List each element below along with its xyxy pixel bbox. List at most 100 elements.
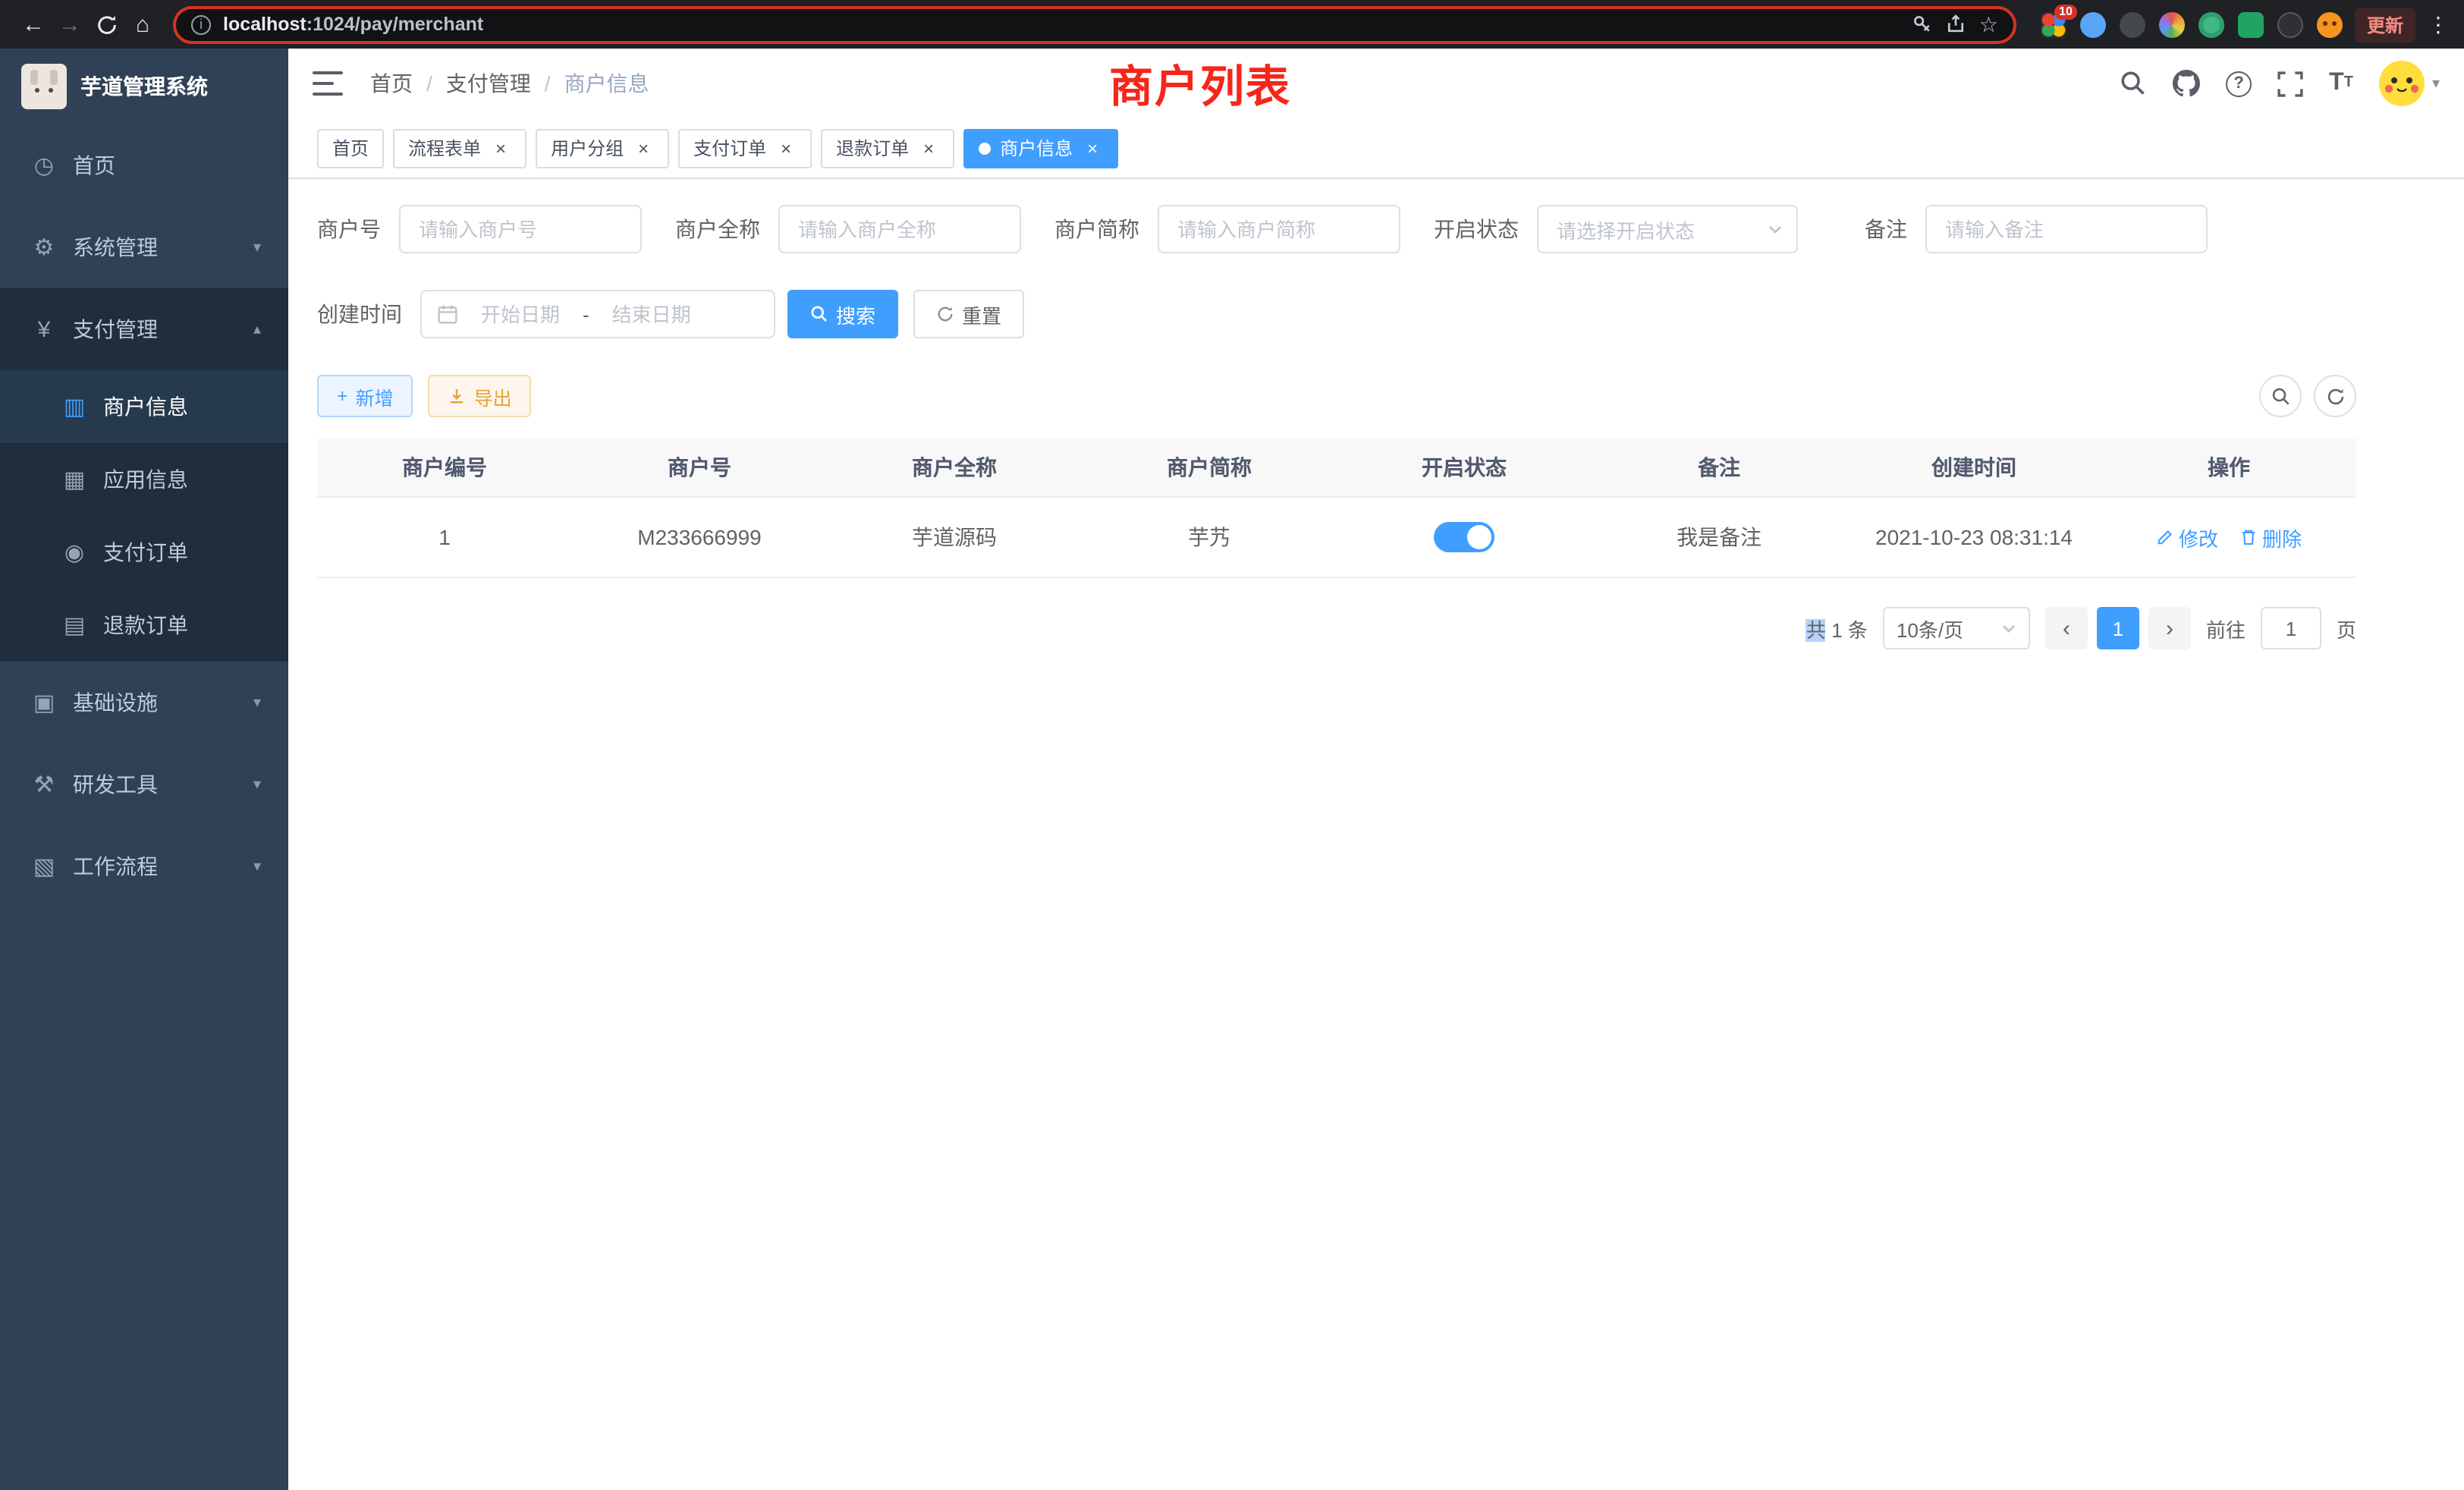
- sidebar-item-merchant-info[interactable]: ▥ 商户信息: [0, 370, 288, 443]
- edit-link[interactable]: 修改: [2156, 523, 2218, 552]
- extension-emoji-icon[interactable]: [2317, 11, 2343, 37]
- sidebar-item-system[interactable]: ⚙ 系统管理 ▾: [0, 206, 288, 288]
- help-icon[interactable]: [2226, 71, 2252, 96]
- page-size-select[interactable]: 10条/页: [1883, 607, 2030, 649]
- breadcrumb-separator: /: [426, 71, 432, 96]
- page-info-icon[interactable]: [191, 14, 211, 34]
- refresh-table-icon[interactable]: [2314, 375, 2356, 417]
- browser-reload-icon[interactable]: [88, 6, 124, 42]
- merchant-no-input[interactable]: [399, 205, 642, 253]
- merchant-short-input[interactable]: [1158, 205, 1400, 253]
- goto-page-input[interactable]: [2261, 607, 2321, 649]
- browser-update-button[interactable]: 更新: [2355, 7, 2415, 42]
- date-range-picker[interactable]: -: [420, 290, 775, 338]
- fullscreen-icon[interactable]: [2277, 71, 2303, 96]
- filter-merchant-short: 商户简称: [1054, 205, 1400, 253]
- search-icon: [810, 305, 828, 323]
- github-icon[interactable]: [2173, 70, 2200, 97]
- yen-icon: ¥: [30, 316, 58, 342]
- tab-refund-orders[interactable]: 退款订单×: [821, 128, 954, 168]
- sidebar-item-refund-orders[interactable]: ▤ 退款订单: [0, 589, 288, 662]
- user-avatar[interactable]: ▾: [2379, 61, 2440, 106]
- breadcrumb-home[interactable]: 首页: [370, 68, 413, 99]
- extension-green-icon[interactable]: [2238, 11, 2264, 37]
- cell-status: [1337, 498, 1592, 577]
- browser-back-icon[interactable]: ←: [15, 6, 52, 42]
- status-label: 开启状态: [1434, 214, 1519, 244]
- cell-full-name: 芋道源码: [827, 498, 1082, 577]
- sidebar-toggle-icon[interactable]: [313, 71, 343, 96]
- font-size-icon[interactable]: TT: [2329, 71, 2353, 96]
- reset-button[interactable]: 重置: [913, 290, 1024, 338]
- url-path: :1024/pay/merchant: [306, 14, 483, 35]
- breadcrumb-payment[interactable]: 支付管理: [446, 68, 531, 99]
- sidebar-item-app-info[interactable]: ▦ 应用信息: [0, 443, 288, 516]
- sidebar-item-home[interactable]: ◷ 首页: [0, 124, 288, 206]
- merchant-name-input[interactable]: [778, 205, 1021, 253]
- sidebar-item-infrastructure[interactable]: ▣ 基础设施 ▾: [0, 662, 288, 743]
- filter-merchant-no: 商户号: [317, 205, 642, 253]
- col-full-name: 商户全称: [827, 439, 1082, 496]
- start-date-input[interactable]: [470, 303, 570, 325]
- tab-pay-orders[interactable]: 支付订单×: [678, 128, 812, 168]
- extension-colorful-icon[interactable]: [2159, 11, 2185, 37]
- search-button-label: 搜索: [836, 300, 875, 328]
- record-icon: ◉: [61, 539, 88, 566]
- sidebar-item-dev-tools[interactable]: ⚒ 研发工具 ▾: [0, 743, 288, 825]
- close-icon[interactable]: ×: [918, 137, 939, 159]
- tab-home[interactable]: 首页: [317, 128, 384, 168]
- search-button[interactable]: 搜索: [787, 290, 898, 338]
- extension-blue-icon[interactable]: [2080, 11, 2106, 37]
- extension-with-badge-icon[interactable]: 10: [2041, 11, 2066, 37]
- chevron-down-icon: ▾: [253, 694, 261, 711]
- address-bar[interactable]: localhost:1024/pay/merchant ☆: [173, 5, 2016, 43]
- vue-devtools-icon[interactable]: [2198, 11, 2224, 37]
- delete-link[interactable]: 删除: [2239, 523, 2302, 552]
- cell-short-name: 芋艿: [1082, 498, 1337, 577]
- status-toggle[interactable]: [1434, 522, 1494, 552]
- top-navbar: 首页 / 支付管理 / 商户信息 商户列表: [288, 49, 2464, 118]
- sidebar-item-label: 基础设施: [73, 687, 253, 718]
- show-search-icon[interactable]: [2259, 375, 2302, 417]
- tab-process-form[interactable]: 流程表单×: [393, 128, 526, 168]
- col-created-at: 创建时间: [1846, 439, 2101, 496]
- breadcrumb-separator: /: [545, 71, 551, 96]
- page-content: 商户号 商户全称 商户简称 开启状态: [288, 179, 2464, 1490]
- grid-icon: ▦: [61, 466, 88, 493]
- export-button[interactable]: 导出: [429, 375, 532, 417]
- url-text: localhost:1024/pay/merchant: [223, 14, 483, 35]
- remark-input[interactable]: [1925, 205, 2208, 253]
- avatar-image: [2379, 61, 2425, 106]
- page-1-button[interactable]: 1: [2097, 607, 2139, 649]
- merchant-name-label: 商户全称: [675, 214, 760, 244]
- chevron-down-icon: ▾: [2432, 75, 2440, 92]
- tab-merchant-info[interactable]: 商户信息×: [963, 128, 1118, 168]
- next-page-button[interactable]: ›: [2148, 607, 2191, 649]
- share-icon[interactable]: [1946, 14, 1967, 35]
- password-key-icon[interactable]: [1912, 14, 1934, 35]
- browser-forward-icon[interactable]: →: [52, 6, 88, 42]
- sidebar-item-workflow[interactable]: ▧ 工作流程 ▾: [0, 825, 288, 907]
- prev-page-button[interactable]: ‹: [2045, 607, 2088, 649]
- cell-actions: 修改 删除: [2101, 498, 2356, 577]
- browser-menu-icon[interactable]: ⋮: [2428, 11, 2449, 37]
- close-icon[interactable]: ×: [1082, 137, 1103, 159]
- tab-user-group[interactable]: 用户分组×: [536, 128, 669, 168]
- bookmark-star-icon[interactable]: ☆: [1979, 11, 1998, 37]
- close-icon[interactable]: ×: [490, 137, 511, 159]
- sidebar-item-pay-orders[interactable]: ◉ 支付订单: [0, 516, 288, 589]
- search-icon[interactable]: [2120, 70, 2147, 97]
- main-area: 首页 / 支付管理 / 商户信息 商户列表: [288, 49, 2464, 1490]
- extension-dark-icon[interactable]: [2120, 11, 2145, 37]
- export-button-label: 导出: [474, 382, 512, 410]
- browser-home-icon[interactable]: ⌂: [124, 6, 161, 42]
- add-button[interactable]: + 新增: [317, 375, 413, 417]
- extension-pinwheel-icon[interactable]: [2277, 11, 2303, 37]
- sidebar-group-payment: ¥ 支付管理 ▴ ▥ 商户信息 ▦ 应用信息 ◉ 支付订单: [0, 288, 288, 662]
- sidebar-logo[interactable]: 芋道管理系统: [0, 49, 288, 124]
- close-icon[interactable]: ×: [633, 137, 654, 159]
- end-date-input[interactable]: [602, 303, 702, 325]
- status-select[interactable]: 请选择开启状态: [1537, 205, 1798, 253]
- close-icon[interactable]: ×: [775, 137, 797, 159]
- sidebar-item-payment[interactable]: ¥ 支付管理 ▴: [0, 288, 288, 370]
